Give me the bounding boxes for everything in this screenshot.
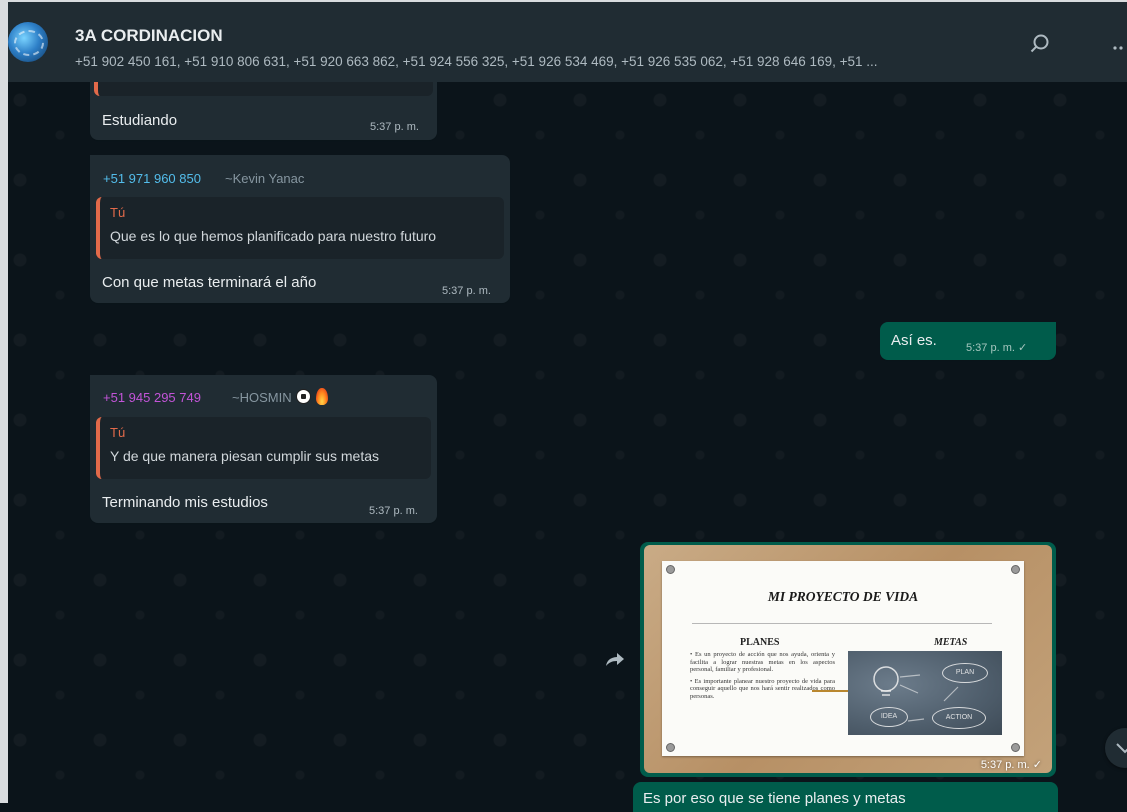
- shared-image[interactable]: MI PROYECTO DE VIDA PLANES METAS • Es un…: [644, 545, 1052, 773]
- quote-text: Que es lo que hemos planificado para nue…: [110, 228, 437, 244]
- slide-title: MI PROYECTO DE VIDA: [767, 589, 919, 604]
- message-time: 5:37 p. m. ✓: [980, 759, 1042, 771]
- quoted-message[interactable]: Tú Y de que manera piesan cumplir sus me…: [96, 417, 431, 479]
- message-bubble-incoming[interactable]: +51 945 295 749 ~HOSMIN Tú Y de que mane…: [90, 375, 437, 523]
- group-members[interactable]: +51 902 450 161, +51 910 806 631, +51 92…: [75, 54, 1035, 69]
- group-avatar[interactable]: [8, 22, 48, 62]
- sender-phone[interactable]: +51 945 295 749: [103, 390, 201, 405]
- soccer-ball-emoji: [296, 389, 312, 404]
- message-text: Así es.: [891, 332, 937, 349]
- message-text: Terminando mis estudios: [102, 494, 268, 511]
- message-bubble-outgoing[interactable]: Es por eso que se tiene planes y metas: [633, 782, 1058, 812]
- chat-header[interactable]: 3A CORDINACION +51 902 450 161, +51 910 …: [8, 2, 1127, 82]
- sender-phone[interactable]: +51 971 960 850: [103, 171, 201, 186]
- message-bubble-outgoing[interactable]: Así es. 5:37 p. m. ✓: [880, 322, 1056, 360]
- message-time: 5:37 p. m.: [442, 285, 491, 297]
- planes-text: • Es un proyecto de acción que nos ayuda…: [690, 651, 835, 704]
- pin-decoration: [666, 743, 675, 752]
- pin-decoration: [1011, 565, 1020, 574]
- window-border: [0, 0, 1127, 2]
- slide-preview: MI PROYECTO DE VIDA PLANES METAS • Es un…: [662, 561, 1024, 756]
- message-text: Estudiando: [102, 112, 178, 129]
- planes-bullet: • Es importante planear nuestro proyecto…: [690, 677, 835, 700]
- quote-text: Y de que manera piesan cumplir sus metas: [110, 448, 379, 464]
- chevron-down-icon: [1116, 743, 1127, 754]
- chalk-word: ACTION: [932, 707, 986, 729]
- message-time: 5:37 p. m.: [370, 121, 419, 133]
- pin-decoration: [1011, 743, 1020, 752]
- quote-author: Tú: [110, 205, 126, 220]
- message-text: Es por eso que se tiene planes y metas: [643, 790, 906, 807]
- menu-icon[interactable]: [1108, 38, 1127, 58]
- search-icon[interactable]: [1028, 32, 1052, 56]
- image-message[interactable]: MI PROYECTO DE VIDA PLANES METAS • Es un…: [640, 542, 1056, 777]
- pin-decoration: [666, 565, 675, 574]
- forward-icon[interactable]: [604, 648, 626, 670]
- chalk-word: PLAN: [942, 663, 988, 683]
- message-time: 5:37 p. m.: [369, 505, 418, 517]
- chalkboard-image: PLAN IDEA ACTION: [848, 651, 1002, 735]
- sender-name: ~HOSMIN: [232, 390, 292, 405]
- message-time: 5:37 p. m. ✓: [966, 342, 1028, 354]
- highlight-underline: [812, 690, 848, 692]
- quoted-message[interactable]: Tú Que es lo que hemos planificado para …: [96, 197, 504, 259]
- slide-divider: [692, 623, 992, 624]
- message-text: Con que metas terminará el año: [102, 274, 317, 291]
- planes-bullet: • Es un proyecto de acción que nos ayuda…: [690, 651, 835, 673]
- message-bubble-incoming[interactable]: +51 971 960 850 ~Kevin Yanac Tú Que es l…: [90, 155, 510, 303]
- chalk-word: IDEA: [870, 707, 908, 727]
- group-title[interactable]: 3A CORDINACION: [75, 26, 223, 46]
- metas-heading: METAS: [934, 637, 968, 648]
- fire-emoji: [315, 388, 328, 405]
- sender-name-wrap: ~HOSMIN: [232, 388, 328, 407]
- sender-name: ~Kevin Yanac: [225, 171, 305, 186]
- scroll-down-button[interactable]: [1105, 728, 1127, 768]
- quote-author: Tú: [110, 425, 126, 440]
- window-border: [0, 0, 8, 803]
- planes-heading: PLANES: [740, 637, 780, 648]
